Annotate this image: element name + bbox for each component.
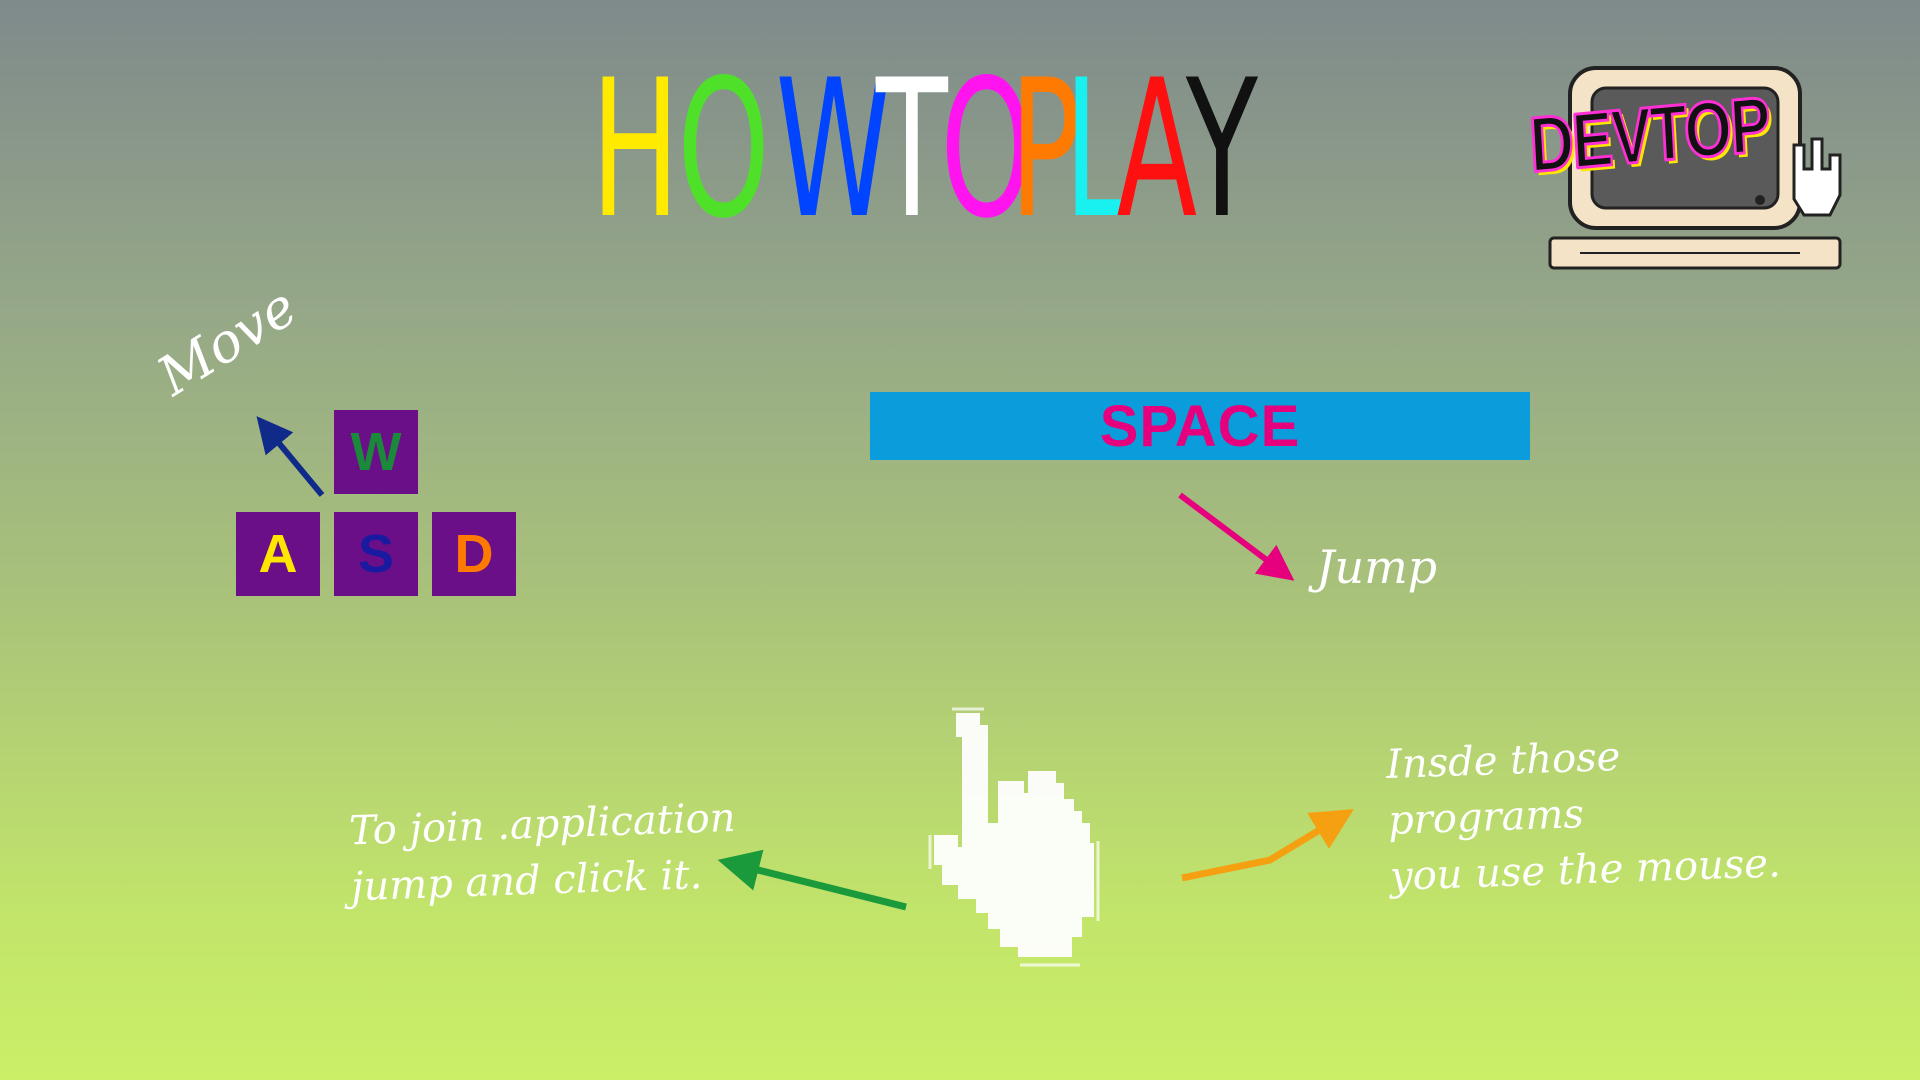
key-d-letter: D: [454, 524, 494, 584]
right-note: Insde those programs you use the mouse.: [1385, 723, 1791, 905]
space-key-label: SPACE: [1099, 393, 1301, 459]
key-s-letter: S: [357, 524, 395, 584]
right-note-arrow: [1181, 809, 1354, 882]
key-w-letter: W: [350, 422, 402, 482]
jump-arrow: [1178, 492, 1295, 581]
key-a: A: [236, 512, 320, 596]
left-note: To join .application jump and click it.: [348, 789, 772, 916]
key-a-letter: A: [258, 524, 298, 584]
pointing-hand-cursor-icon: [928, 707, 1100, 967]
key-w: W: [334, 410, 418, 494]
key-s: S: [334, 512, 418, 596]
space-key: SPACE: [870, 392, 1530, 460]
move-arrow: [256, 416, 325, 497]
right-note-line-1: Insde those programs: [1385, 733, 1622, 844]
jump-label: Jump: [1316, 540, 1438, 594]
key-d: D: [432, 512, 516, 596]
